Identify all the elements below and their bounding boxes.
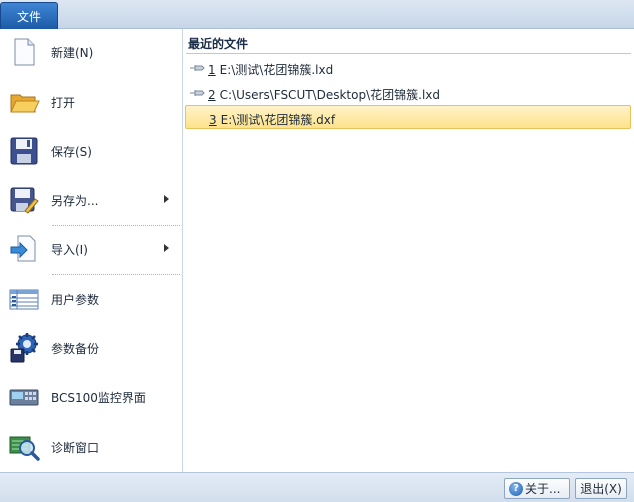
menu-item-save[interactable]: 保存(S) xyxy=(0,128,182,174)
floppy-disk-icon xyxy=(10,137,38,165)
recent-files-title: 最近的文件 xyxy=(188,37,249,51)
recent-file-item[interactable]: 2 C:\Users\FSCUT\Desktop\花团锦簇.lxd xyxy=(185,81,631,105)
recent-file-number: 1 xyxy=(208,63,216,77)
open-folder-icon xyxy=(10,94,40,113)
import-icon xyxy=(10,235,36,262)
menu-item-new-label: 新建(N) xyxy=(51,46,94,60)
submenu-arrow-icon xyxy=(164,244,169,252)
submenu-arrow-icon xyxy=(164,195,169,203)
recent-file-path: C:\Users\FSCUT\Desktop\花团锦簇.lxd xyxy=(219,88,440,102)
recent-files-panel: 最近的文件 1 E:\测试\花团锦簇.lxd 2 C:\Users\FSCUT\De… xyxy=(183,29,634,472)
menu-separator xyxy=(52,274,180,275)
menu-item-user-params[interactable]: 用户参数 xyxy=(0,276,182,322)
exit-button-label: 退出(X) xyxy=(580,482,622,496)
save-as-icon xyxy=(10,187,39,214)
bottom-bar: ? 关于... 退出(X) xyxy=(0,472,634,502)
recent-file-path: E:\测试\花团锦簇.lxd xyxy=(219,63,334,77)
menu-item-open-label: 打开 xyxy=(51,96,76,110)
menu-item-new[interactable]: 新建(N) xyxy=(0,29,182,75)
file-menu: 新建(N) 打开 保存(S) 另存为... 导入(I) 用户参数 参数备份 BC… xyxy=(0,29,183,472)
menu-item-user-params-label: 用户参数 xyxy=(51,293,100,307)
help-icon: ? xyxy=(509,481,523,496)
menu-item-diagnostics-label: 诊断窗口 xyxy=(51,441,100,455)
menu-item-bcs100-label: BCS100监控界面 xyxy=(51,391,146,405)
gear-backup-icon xyxy=(10,333,38,363)
pin-icon[interactable] xyxy=(189,87,205,99)
exit-button[interactable]: 退出(X) xyxy=(575,478,627,499)
magnifier-icon xyxy=(9,436,40,461)
menu-item-import[interactable]: 导入(I) xyxy=(0,226,182,272)
recent-divider xyxy=(186,53,631,54)
about-button[interactable]: ? 关于... xyxy=(504,478,570,499)
menu-item-param-backup[interactable]: 参数备份 xyxy=(0,325,182,371)
file-tab[interactable]: 文件 xyxy=(0,2,58,29)
recent-file-number: 3 xyxy=(209,113,217,127)
menu-item-save-as[interactable]: 另存为... xyxy=(0,177,182,223)
menu-item-open[interactable]: 打开 xyxy=(0,79,182,125)
menu-item-save-label: 保存(S) xyxy=(51,145,92,159)
menu-item-param-backup-label: 参数备份 xyxy=(51,342,100,356)
pin-icon[interactable] xyxy=(189,62,205,74)
menu-item-import-label: 导入(I) xyxy=(51,243,88,257)
table-icon xyxy=(9,289,39,310)
new-document-icon xyxy=(14,38,35,66)
recent-file-path: E:\测试\花团锦簇.dxf xyxy=(220,113,336,127)
menu-item-save-as-label: 另存为... xyxy=(51,194,99,208)
menu-item-bcs100[interactable]: BCS100监控界面 xyxy=(0,374,182,420)
recent-file-number: 2 xyxy=(208,88,216,102)
monitor-panel-icon xyxy=(9,389,39,406)
top-bar: 文件 xyxy=(0,0,634,29)
recent-file-item-selected[interactable]: 3 E:\测试\花团锦簇.dxf xyxy=(185,105,631,129)
menu-item-diagnostics[interactable]: 诊断窗口 xyxy=(0,424,182,470)
about-button-label: 关于... xyxy=(525,482,561,496)
recent-file-item[interactable]: 1 E:\测试\花团锦簇.lxd xyxy=(185,56,631,80)
